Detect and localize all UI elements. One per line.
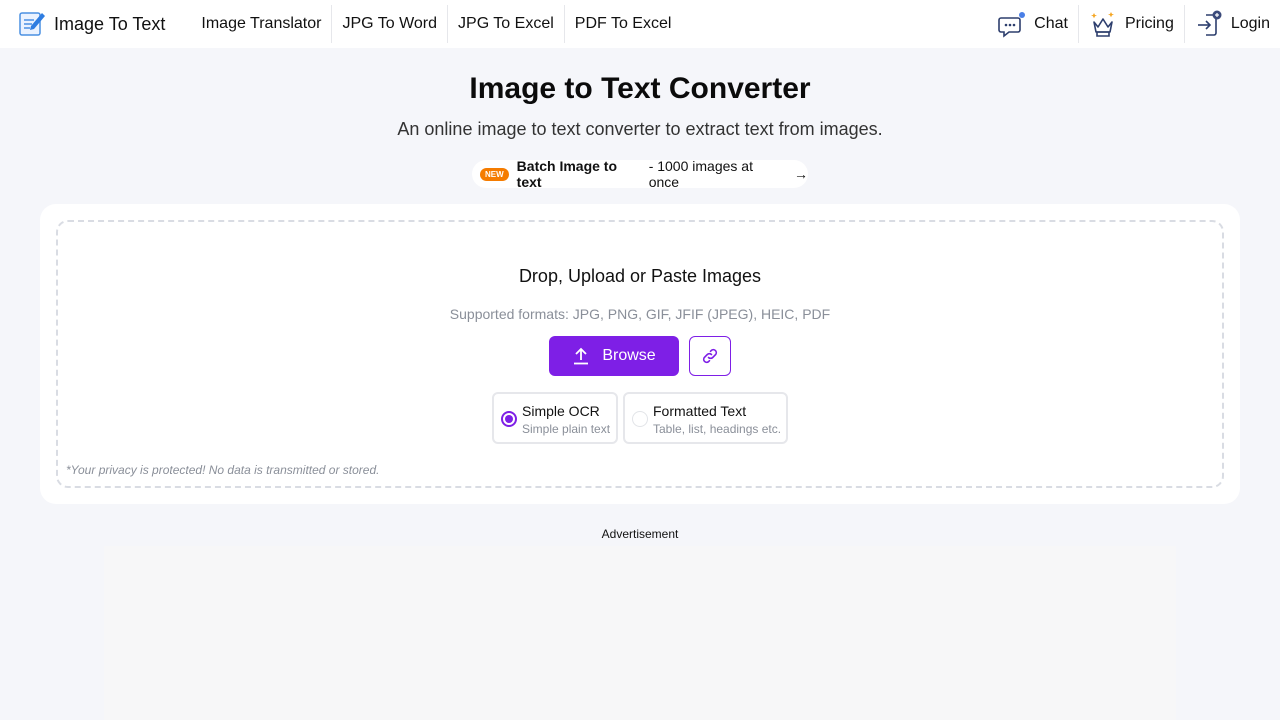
nav-pdf-to-excel[interactable]: PDF To Excel xyxy=(565,5,682,43)
login-icon xyxy=(1195,10,1223,38)
login-link[interactable]: Login xyxy=(1185,5,1270,43)
supported-formats: Supported formats: JPG, PNG, GIF, JFIF (… xyxy=(449,306,831,322)
crown-icon xyxy=(1089,10,1117,38)
link-icon xyxy=(702,348,718,364)
header-actions: Chat Pricing Login xyxy=(988,0,1270,48)
notepad-pencil-icon xyxy=(18,10,46,38)
option-subtitle: Table, list, headings etc. xyxy=(653,422,782,436)
logo[interactable]: Image To Text xyxy=(18,10,165,38)
chat-label: Chat xyxy=(1034,15,1068,32)
browse-button[interactable]: Browse xyxy=(549,336,679,376)
main-nav: Image Translator JPG To Word JPG To Exce… xyxy=(191,0,681,48)
option-formatted-text[interactable]: Formatted Text Table, list, headings etc… xyxy=(623,392,788,444)
advertisement-slot[interactable] xyxy=(104,546,1176,720)
pricing-label: Pricing xyxy=(1124,15,1174,32)
radio-simple-ocr[interactable] xyxy=(501,411,517,427)
option-title: Formatted Text xyxy=(653,403,747,419)
upload-icon xyxy=(574,347,589,365)
nav-jpg-to-excel[interactable]: JPG To Excel xyxy=(448,5,565,43)
top-header: Image To Text Image Translator JPG To Wo… xyxy=(0,0,1280,48)
option-title: Simple OCR xyxy=(522,403,600,419)
drop-zone[interactable]: Drop, Upload or Paste Images Supported f… xyxy=(56,220,1224,488)
new-badge: NEW xyxy=(480,167,509,181)
drop-zone-title: Drop, Upload or Paste Images xyxy=(518,266,762,286)
upload-card: Drop, Upload or Paste Images Supported f… xyxy=(40,204,1240,504)
arrow-right-icon: → xyxy=(794,166,808,182)
batch-promo-text: - 1000 images at once xyxy=(648,158,753,190)
batch-promo-link[interactable]: NEW Batch Image to text - 1000 images at… xyxy=(472,158,808,190)
chat-link[interactable]: Chat xyxy=(988,5,1079,43)
chat-bubble-icon xyxy=(998,10,1026,38)
advertisement-label: Advertisement xyxy=(601,527,679,541)
login-label: Login xyxy=(1230,15,1270,32)
logo-text: Image To Text xyxy=(54,13,166,34)
url-upload-button[interactable] xyxy=(689,336,731,376)
page-subtitle: An online image to text converter to ext… xyxy=(397,119,883,139)
radio-formatted-text[interactable] xyxy=(632,411,648,427)
pricing-link[interactable]: Pricing xyxy=(1079,5,1185,43)
page-title: Image to Text Converter xyxy=(469,72,811,105)
option-simple-ocr[interactable]: Simple OCR Simple plain text xyxy=(492,392,618,444)
nav-image-translator[interactable]: Image Translator xyxy=(191,5,333,43)
option-subtitle: Simple plain text xyxy=(522,422,611,436)
nav-jpg-to-word[interactable]: JPG To Word xyxy=(332,5,449,43)
batch-promo-title: Batch Image to text xyxy=(516,158,618,190)
privacy-note: *Your privacy is protected! No data is t… xyxy=(66,463,380,477)
browse-label: Browse xyxy=(602,347,656,364)
